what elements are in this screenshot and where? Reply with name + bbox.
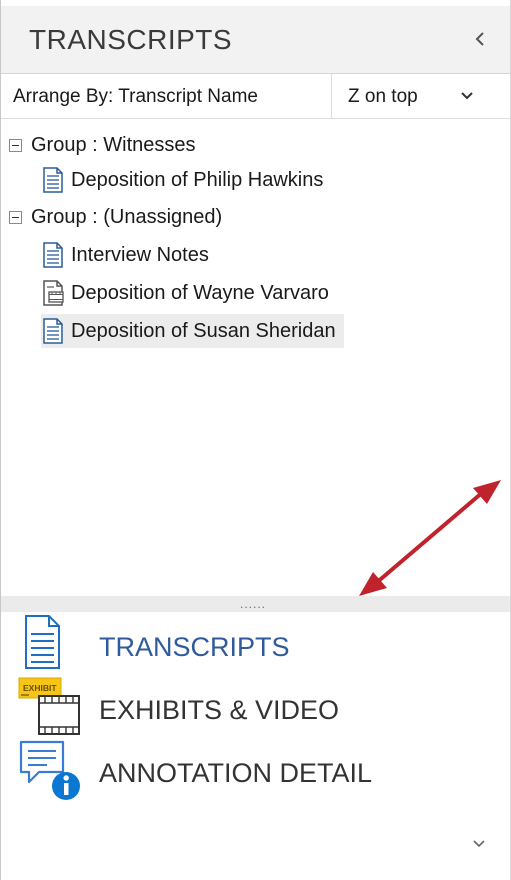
collapse-group-icon[interactable] [9,210,22,224]
tree-group-unassigned[interactable]: Group : (Unassigned) [9,200,222,234]
document-icon [43,167,63,193]
group-label: Group : (Unassigned) [31,205,223,228]
transcripts-panel: TRANSCRIPTS Arrange By: Transcript Name … [0,0,511,880]
tree-item-label: Deposition of Wayne Varvaro [71,281,329,304]
nav-exhibits-video[interactable]: EXHIBIT EXHIBITS & VIDEO [1,676,510,736]
nav-annotation-label: ANNOTATION DETAIL [99,758,373,788]
group-label: Group : Witnesses [31,133,196,156]
video-document-icon [43,280,64,306]
nav-exhibits-label: EXHIBITS & VIDEO [99,695,340,725]
panel-header: TRANSCRIPTS [1,6,510,74]
sort-order-dropdown[interactable]: Z on top [332,74,492,118]
nav-transcripts[interactable]: TRANSCRIPTS [1,612,510,672]
tree-item[interactable]: Interview Notes [41,238,209,272]
tree-item-label: Interview Notes [71,243,209,266]
annotation-info-icon [19,740,80,800]
arrange-by-button[interactable]: Arrange By: Transcript Name [13,86,258,108]
tree-item-label: Deposition of Susan Sheridan [71,319,336,342]
document-icon [43,318,63,344]
resize-hint-arrow-icon [359,480,501,596]
chevron-left-icon [475,32,484,46]
transcript-document-icon [25,615,60,669]
arrange-bar: Arrange By: Transcript Name Z on top [1,74,510,119]
nav-transcripts-label: TRANSCRIPTS [99,632,290,662]
panel-splitter[interactable]: ...... [1,596,510,612]
tree-item-selected[interactable]: Deposition of Susan Sheridan [41,314,344,348]
sort-order-value: Z on top [348,86,418,107]
tree-item-label: Deposition of Philip Hawkins [71,168,324,191]
tree-item[interactable]: Deposition of Philip Hawkins [41,163,323,197]
nav-annotation-detail[interactable]: ANNOTATION DETAIL [1,738,510,800]
exhibit-badge-text: EXHIBIT [23,683,57,693]
collapse-panel-button[interactable] [465,24,495,54]
collapse-group-icon[interactable] [9,138,22,152]
tree-item[interactable]: Deposition of Wayne Varvaro [41,276,329,310]
chevron-down-icon[interactable] [471,838,487,850]
tree-group-witnesses[interactable]: Group : Witnesses [9,128,196,162]
panel-title: TRANSCRIPTS [29,24,233,55]
chevron-down-icon [461,92,473,100]
exhibit-film-icon: EXHIBIT [18,677,80,735]
document-icon [43,242,63,268]
splitter-grip[interactable]: ...... [240,598,266,610]
